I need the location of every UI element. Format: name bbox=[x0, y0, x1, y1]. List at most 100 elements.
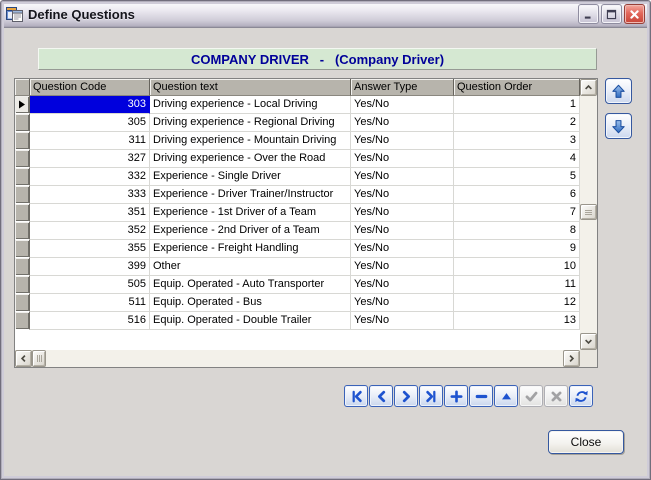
title-bar[interactable]: Define Questions bbox=[1, 1, 650, 28]
cell-question-order[interactable]: 6 bbox=[454, 186, 580, 204]
cell-question-code[interactable]: 505 bbox=[30, 276, 150, 294]
table-row[interactable]: 505Equip. Operated - Auto TransporterYes… bbox=[15, 276, 580, 294]
row-selector[interactable] bbox=[15, 312, 30, 330]
cell-question-text[interactable]: Driving experience - Mountain Driving bbox=[150, 132, 351, 150]
close-button[interactable]: Close bbox=[548, 430, 624, 454]
cell-question-code[interactable]: 351 bbox=[30, 204, 150, 222]
cell-question-order[interactable]: 7 bbox=[454, 204, 580, 222]
row-selector[interactable] bbox=[15, 150, 30, 168]
cell-question-order[interactable]: 4 bbox=[454, 150, 580, 168]
column-header-question-text[interactable]: Question text bbox=[150, 79, 351, 96]
cell-question-code[interactable]: 399 bbox=[30, 258, 150, 276]
table-row[interactable]: 332Experience - Single DriverYes/No5 bbox=[15, 168, 580, 186]
cell-question-text[interactable]: Experience - Freight Handling bbox=[150, 240, 351, 258]
cell-answer-type[interactable]: Yes/No bbox=[351, 168, 454, 186]
row-selector[interactable] bbox=[15, 240, 30, 258]
row-selector[interactable] bbox=[15, 114, 30, 132]
nav-delete-button[interactable] bbox=[469, 385, 493, 407]
cell-answer-type[interactable]: Yes/No bbox=[351, 240, 454, 258]
vertical-scrollbar[interactable] bbox=[580, 79, 597, 350]
cell-question-code[interactable]: 355 bbox=[30, 240, 150, 258]
row-selector[interactable] bbox=[15, 258, 30, 276]
table-row[interactable]: 355Experience - Freight HandlingYes/No9 bbox=[15, 240, 580, 258]
cell-answer-type[interactable]: Yes/No bbox=[351, 186, 454, 204]
table-row[interactable]: 351Experience - 1st Driver of a TeamYes/… bbox=[15, 204, 580, 222]
cell-answer-type[interactable]: Yes/No bbox=[351, 204, 454, 222]
scroll-left-button[interactable] bbox=[15, 350, 32, 367]
table-row[interactable]: 399OtherYes/No10 bbox=[15, 258, 580, 276]
cell-question-order[interactable]: 12 bbox=[454, 294, 580, 312]
table-row[interactable]: 305Driving experience - Regional Driving… bbox=[15, 114, 580, 132]
move-up-button[interactable] bbox=[605, 78, 632, 104]
cell-question-code[interactable]: 511 bbox=[30, 294, 150, 312]
scroll-down-button[interactable] bbox=[580, 333, 597, 350]
row-selector[interactable] bbox=[15, 222, 30, 240]
column-header-question-order[interactable]: Question Order bbox=[454, 79, 580, 96]
cell-question-text[interactable]: Equip. Operated - Bus bbox=[150, 294, 351, 312]
move-down-button[interactable] bbox=[605, 113, 632, 139]
scroll-right-button[interactable] bbox=[563, 350, 580, 367]
minimize-button[interactable] bbox=[578, 4, 599, 24]
cell-question-text[interactable]: Driving experience - Local Driving bbox=[150, 96, 351, 114]
cell-question-text[interactable]: Experience - 2nd Driver of a Team bbox=[150, 222, 351, 240]
table-row[interactable]: 303Driving experience - Local DrivingYes… bbox=[15, 96, 580, 114]
nav-prior-button[interactable] bbox=[369, 385, 393, 407]
row-selector[interactable] bbox=[15, 276, 30, 294]
cell-question-order[interactable]: 13 bbox=[454, 312, 580, 330]
row-selector[interactable] bbox=[15, 186, 30, 204]
table-row[interactable]: 333Experience - Driver Trainer/Instructo… bbox=[15, 186, 580, 204]
horizontal-scroll-thumb[interactable] bbox=[32, 350, 46, 367]
cell-question-code[interactable]: 333 bbox=[30, 186, 150, 204]
column-header-answer-type[interactable]: Answer Type bbox=[351, 79, 454, 96]
row-selector[interactable] bbox=[15, 204, 30, 222]
row-selector[interactable] bbox=[15, 132, 30, 150]
nav-next-button[interactable] bbox=[394, 385, 418, 407]
cell-answer-type[interactable]: Yes/No bbox=[351, 132, 454, 150]
cell-answer-type[interactable]: Yes/No bbox=[351, 96, 454, 114]
titlebar-close-button[interactable] bbox=[624, 4, 645, 24]
vertical-scroll-thumb[interactable] bbox=[580, 204, 597, 220]
cell-question-code[interactable]: 311 bbox=[30, 132, 150, 150]
current-row-indicator[interactable] bbox=[15, 96, 30, 114]
horizontal-scrollbar[interactable] bbox=[15, 350, 580, 367]
cell-question-order[interactable]: 8 bbox=[454, 222, 580, 240]
cell-question-order[interactable]: 3 bbox=[454, 132, 580, 150]
cell-question-text[interactable]: Other bbox=[150, 258, 351, 276]
cell-question-order[interactable]: 5 bbox=[454, 168, 580, 186]
nav-first-button[interactable] bbox=[344, 385, 368, 407]
table-row[interactable]: 327Driving experience - Over the RoadYes… bbox=[15, 150, 580, 168]
nav-edit-button[interactable] bbox=[494, 385, 518, 407]
table-row[interactable]: 352Experience - 2nd Driver of a TeamYes/… bbox=[15, 222, 580, 240]
cell-question-order[interactable]: 2 bbox=[454, 114, 580, 132]
table-row[interactable]: 311Driving experience - Mountain Driving… bbox=[15, 132, 580, 150]
cell-question-order[interactable]: 9 bbox=[454, 240, 580, 258]
cell-answer-type[interactable]: Yes/No bbox=[351, 276, 454, 294]
table-row[interactable]: 516Equip. Operated - Double TrailerYes/N… bbox=[15, 312, 580, 330]
cell-question-order[interactable]: 11 bbox=[454, 276, 580, 294]
cell-question-text[interactable]: Driving experience - Over the Road bbox=[150, 150, 351, 168]
scroll-up-button[interactable] bbox=[580, 79, 597, 96]
maximize-button[interactable] bbox=[601, 4, 622, 24]
cell-answer-type[interactable]: Yes/No bbox=[351, 114, 454, 132]
row-selector[interactable] bbox=[15, 168, 30, 186]
cell-question-code[interactable]: 303 bbox=[30, 96, 150, 114]
cell-question-code[interactable]: 516 bbox=[30, 312, 150, 330]
cell-question-text[interactable]: Equip. Operated - Auto Transporter bbox=[150, 276, 351, 294]
table-row[interactable]: 511Equip. Operated - BusYes/No12 bbox=[15, 294, 580, 312]
cell-question-order[interactable]: 10 bbox=[454, 258, 580, 276]
cell-question-code[interactable]: 332 bbox=[30, 168, 150, 186]
cell-question-text[interactable]: Experience - Single Driver bbox=[150, 168, 351, 186]
cell-question-text[interactable]: Equip. Operated - Double Trailer bbox=[150, 312, 351, 330]
cell-question-order[interactable]: 1 bbox=[454, 96, 580, 114]
nav-insert-button[interactable] bbox=[444, 385, 468, 407]
cell-question-code[interactable]: 352 bbox=[30, 222, 150, 240]
nav-last-button[interactable] bbox=[419, 385, 443, 407]
cell-question-code[interactable]: 327 bbox=[30, 150, 150, 168]
cell-answer-type[interactable]: Yes/No bbox=[351, 150, 454, 168]
column-header-question-code[interactable]: Question Code bbox=[30, 79, 150, 96]
cell-question-text[interactable]: Experience - 1st Driver of a Team bbox=[150, 204, 351, 222]
row-selector[interactable] bbox=[15, 294, 30, 312]
cell-answer-type[interactable]: Yes/No bbox=[351, 294, 454, 312]
cell-answer-type[interactable]: Yes/No bbox=[351, 312, 454, 330]
nav-refresh-button[interactable] bbox=[569, 385, 593, 407]
